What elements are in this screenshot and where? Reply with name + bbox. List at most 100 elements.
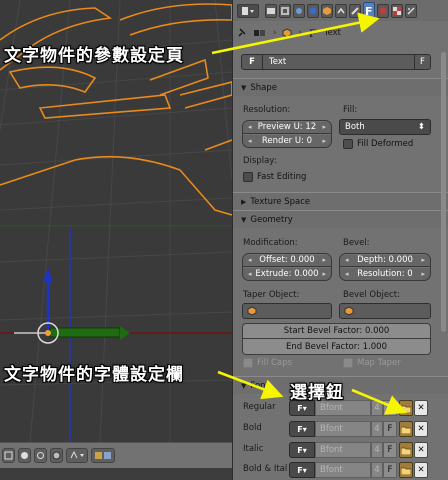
font-users-count: 4 <box>371 442 383 458</box>
font-fake-user-button[interactable]: F <box>383 462 397 478</box>
svg-text:F: F <box>365 5 373 16</box>
increment-icon[interactable]: ▸ <box>322 123 326 131</box>
checkbox-box[interactable] <box>243 172 253 182</box>
open-file-button-icon[interactable] <box>399 462 413 478</box>
bevel-resolution-value: Resolution: 0 <box>357 268 413 279</box>
extrude-field[interactable]: ◂ Extrude: 0.000 ▸ <box>242 267 332 281</box>
font-browse-icon[interactable]: F▾ <box>289 442 315 458</box>
bevel-label: Bevel: <box>343 238 370 248</box>
preview-u-value: Preview U: 12 <box>257 122 317 132</box>
offset-value: Offset: 0.000 <box>259 255 315 265</box>
pivot-icon[interactable] <box>34 448 47 463</box>
bevel-object-field[interactable] <box>339 303 431 319</box>
fake-user-button[interactable]: F <box>415 54 431 70</box>
decrement-icon[interactable]: ◂ <box>248 270 252 278</box>
unlink-font-icon[interactable]: ✕ <box>414 421 428 437</box>
render-icon[interactable] <box>91 448 115 463</box>
end-bevel-factor-field[interactable]: End Bevel Factor: 1.000 <box>242 339 431 355</box>
taper-object-field[interactable] <box>242 303 332 319</box>
scene-icon <box>254 30 265 36</box>
offset-field[interactable]: ◂ Offset: 0.000 ▸ <box>242 253 332 267</box>
decrement-icon[interactable]: ◂ <box>248 123 252 131</box>
render-layers-tab-icon[interactable] <box>279 3 291 18</box>
decrement-icon[interactable]: ◂ <box>248 256 252 264</box>
data-tab-font-icon[interactable]: F <box>363 1 375 20</box>
geometry-panel-header[interactable]: ▼ Geometry <box>233 210 448 228</box>
decrement-icon[interactable]: ◂ <box>345 270 349 278</box>
collapse-triangle-icon: ▼ <box>241 381 247 390</box>
fill-deformed-checkbox[interactable]: Fill Deformed <box>343 139 413 149</box>
checkbox-box[interactable] <box>343 139 353 149</box>
constraints-tab-icon[interactable] <box>335 3 347 18</box>
unlink-font-icon[interactable]: ✕ <box>414 442 428 458</box>
expand-triangle-icon: ▶ <box>241 197 247 206</box>
datablock-type-button[interactable]: F <box>241 54 263 70</box>
fill-label: Fill: <box>343 105 358 115</box>
texture-tab-icon[interactable] <box>391 3 403 18</box>
font-row-label: Bold <box>243 423 262 433</box>
datablock-name-field[interactable]: Text <box>263 54 415 70</box>
fill-mode-select[interactable]: Both ⬍ <box>339 119 431 135</box>
font-name-field[interactable]: Bfont <box>315 462 371 478</box>
font-fake-user-button[interactable]: F <box>383 442 397 458</box>
3d-viewport[interactable] <box>0 0 232 480</box>
datablock-selector[interactable]: F Text F <box>241 54 431 70</box>
bevel-resolution-field[interactable]: ◂ Resolution: 0 ▸ <box>339 267 431 281</box>
properties-tabs: F <box>233 0 448 21</box>
font-fake-user-button[interactable]: F <box>383 400 397 416</box>
render-u-value: Render U: 0 <box>261 135 313 146</box>
font-browse-icon[interactable]: F▾ <box>289 421 315 437</box>
start-bevel-factor-field[interactable]: Start Bevel Factor: 0.000 <box>242 323 431 339</box>
scene-tab-icon[interactable] <box>293 3 305 18</box>
viewport-footer <box>0 468 232 480</box>
decrement-icon[interactable]: ◂ <box>248 137 252 145</box>
render-u-field[interactable]: ◂ Render U: 0 ▸ <box>242 134 332 148</box>
font-name-field[interactable]: Bfont <box>315 442 371 458</box>
font-row-label: Bold & Ital <box>243 464 288 474</box>
manipulator-icon[interactable] <box>50 448 63 463</box>
font-browse-icon[interactable]: F▾ <box>289 462 315 478</box>
world-tab-icon[interactable] <box>307 3 319 18</box>
bevel-depth-field[interactable]: ◂ Depth: 0.000 ▸ <box>339 253 431 267</box>
annotation-select-button: 選擇鈕 <box>290 383 344 403</box>
open-file-button-icon[interactable] <box>399 421 413 437</box>
font-fake-user-button[interactable]: F <box>383 421 397 437</box>
pin-icon[interactable] <box>237 28 247 38</box>
object-icon <box>344 306 354 316</box>
render-tab-icon[interactable] <box>265 3 277 18</box>
preview-u-field[interactable]: ◂ Preview U: 12 ▸ <box>242 120 332 134</box>
increment-icon[interactable]: ▸ <box>421 256 425 264</box>
shading-solid-icon[interactable] <box>18 448 31 463</box>
unlink-font-icon[interactable]: ✕ <box>414 462 428 478</box>
scrollbar-thumb[interactable] <box>441 52 446 332</box>
decrement-icon[interactable]: ◂ <box>345 256 349 264</box>
checkbox-box[interactable] <box>243 358 253 368</box>
font-users-count: 4 <box>371 462 383 478</box>
modifiers-tab-icon[interactable] <box>349 3 361 18</box>
map-taper-checkbox[interactable]: Map Taper <box>343 358 401 368</box>
texture-space-panel-header[interactable]: ▶ Texture Space <box>233 192 448 210</box>
svg-text:F: F <box>309 29 316 38</box>
bevel-object-label: Bevel Object: <box>343 290 400 300</box>
fill-caps-checkbox[interactable]: Fill Caps <box>243 358 292 368</box>
open-file-button-icon[interactable] <box>399 442 413 458</box>
increment-icon[interactable]: ▸ <box>421 270 425 278</box>
checkbox-box[interactable] <box>343 358 353 368</box>
object-icon <box>282 28 292 38</box>
open-file-button-icon[interactable] <box>399 400 413 416</box>
font-name-field[interactable]: Bfont <box>315 421 371 437</box>
transform-orientation-icon[interactable] <box>66 448 88 463</box>
texture-space-title: Texture Space <box>250 196 311 207</box>
increment-icon[interactable]: ▸ <box>322 270 326 278</box>
shape-panel-header[interactable]: ▼ Shape <box>233 78 448 96</box>
increment-icon[interactable]: ▸ <box>322 256 326 264</box>
properties-scrollbar[interactable] <box>441 52 446 472</box>
increment-icon[interactable]: ▸ <box>322 137 326 145</box>
unlink-font-icon[interactable]: ✕ <box>414 400 428 416</box>
fast-editing-checkbox[interactable]: Fast Editing <box>243 172 306 182</box>
editor-type-icon[interactable] <box>2 448 15 463</box>
material-tab-icon[interactable] <box>377 3 389 18</box>
editor-type-icon[interactable] <box>237 3 259 18</box>
particles-tab-icon[interactable] <box>405 3 417 18</box>
object-tab-icon[interactable] <box>321 3 333 18</box>
